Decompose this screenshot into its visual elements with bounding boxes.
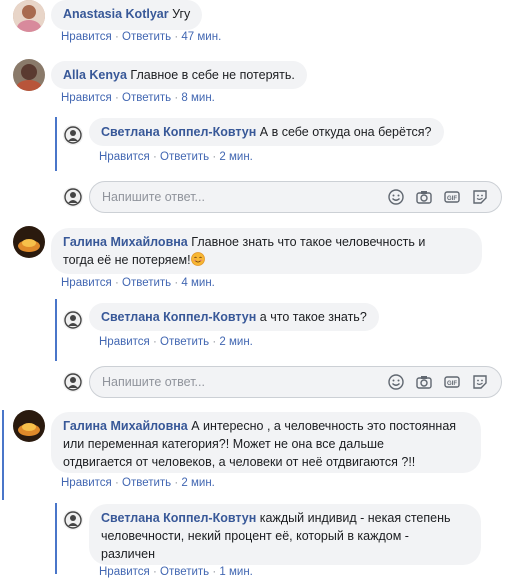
reply-link[interactable]: Ответить [160,151,209,163]
comment-text: каждый индивид - некая степень [259,511,451,525]
reply-actions: Нравится · Ответить · 2 мин. [99,151,253,163]
comment-actions: Нравится · Ответить · 4 мин. [61,277,215,289]
like-link[interactable]: Нравится [99,151,150,163]
comment-bubble: Галина Михайловна Главное знать что тако… [51,228,482,274]
comment-text: А в себе откуда она берётся? [259,125,432,139]
avatar-photo [13,226,45,258]
comment-text: различен [101,547,155,561]
avatar [63,372,83,392]
like-link[interactable]: Нравится [61,31,112,43]
avatar [63,187,83,207]
avatar-photo [63,372,83,392]
comment-text: Главное знать что такое человечность и [191,235,426,249]
comment-bubble: Anastasia Kotlyar Угу [51,0,203,30]
reply-input[interactable]: Напишите ответ... GIF [89,366,502,398]
comment-actions: Нравится · Ответить · 8 мин. [61,92,215,104]
avatar-photo [13,59,45,91]
reply-bubble: Светлана Коппел-Ковтун а что такое знать… [89,303,379,331]
comment-time[interactable]: 2 мин. [181,477,214,489]
camera-icon[interactable] [416,374,432,390]
comment-author[interactable]: Светлана Коппел-Ковтун [101,125,256,139]
comment-text: человечности, некий процент её, который … [101,529,409,543]
avatar-photo [63,510,83,530]
avatar-photo [63,187,83,207]
avatar[interactable] [13,410,45,442]
like-link[interactable]: Нравится [99,336,150,348]
avatar-photo [13,0,45,32]
reply-input[interactable]: Напишите ответ... GIF [89,181,502,213]
comment-time[interactable]: 2 мин. [219,336,252,348]
reply-link[interactable]: Ответить [122,31,171,43]
sticker-icon[interactable] [472,189,488,205]
comment-time[interactable]: 8 мин. [181,92,214,104]
comment-actions: Нравится · Ответить · 2 мин. [61,477,215,489]
comment-text: Главное в себе не потерять. [130,68,295,82]
comment-bubble: Alla Kenya Главное в себе не потерять. [51,61,307,89]
avatar[interactable] [13,226,45,258]
comment-author[interactable]: Галина Михайловна [63,235,188,249]
reply-link[interactable]: Ответить [160,336,209,348]
reply-link[interactable]: Ответить [122,277,171,289]
comment-text: а что такое знать? [259,310,367,324]
sticker-icon[interactable] [472,374,488,390]
avatar-photo [13,410,45,442]
comment-time[interactable]: 47 мин. [181,31,221,43]
avatar[interactable] [63,310,83,330]
reply-placeholder: Напишите ответ... [102,375,205,389]
reply-thread-line [55,503,57,574]
comment-bubble: Галина Михайловна А интересно , а челове… [51,412,481,473]
comment-time[interactable]: 2 мин. [219,151,252,163]
comment-author[interactable]: Anastasia Kotlyar [63,7,169,21]
like-link[interactable]: Нравится [99,566,150,578]
comment-author[interactable]: Галина Михайловна [63,419,188,433]
comment-text: А интересно , а человечность это постоян… [191,419,457,433]
new-comment-indicator [2,410,4,500]
avatar[interactable] [63,125,83,145]
reply-link[interactable]: Ответить [122,477,171,489]
gif-icon[interactable]: GIF [444,374,460,390]
avatar-photo [63,310,83,330]
emoji-icon[interactable] [388,374,404,390]
svg-text:GIF: GIF [447,381,457,387]
reply-actions: Нравится · Ответить · 1 мин. [99,566,253,578]
reply-link[interactable]: Ответить [122,92,171,104]
comment-actions: Нравится · Ответить · 47 мин. [61,31,222,43]
comment-author[interactable]: Светлана Коппел-Ковтун [101,310,256,324]
comment-time[interactable]: 4 мин. [181,277,214,289]
avatar[interactable] [13,59,45,91]
comment-text: Угу [172,7,191,21]
comment-text: или переменная категория?! Может не она … [63,437,384,451]
gif-icon[interactable]: GIF [444,189,460,205]
like-link[interactable]: Нравится [61,277,112,289]
reply-bubble: Светлана Коппел-Ковтун каждый индивид - … [89,504,481,565]
comment-author[interactable]: Светлана Коппел-Ковтун [101,511,256,525]
avatar[interactable] [13,0,45,32]
emoji-icon[interactable] [388,189,404,205]
like-link[interactable]: Нравится [61,92,112,104]
comment-time[interactable]: 1 мин. [219,566,252,578]
avatar[interactable] [63,510,83,530]
avatar-photo [63,125,83,145]
comment-author[interactable]: Alla Kenya [63,68,127,82]
reply-thread-line [55,299,57,361]
comment-text: тогда её не потеряем! [63,253,191,267]
reply-actions: Нравится · Ответить · 2 мин. [99,336,253,348]
reply-placeholder: Напишите ответ... [102,190,205,204]
reply-link[interactable]: Ответить [160,566,209,578]
camera-icon[interactable] [416,189,432,205]
comment-text: отдвигается от человеков, а человеки от … [63,455,416,469]
reply-thread-line [55,117,57,171]
reply-bubble: Светлана Коппел-Ковтун А в себе откуда о… [89,118,444,146]
svg-text:GIF: GIF [447,196,457,202]
like-link[interactable]: Нравится [61,477,112,489]
smiling-emoji-icon [190,252,205,266]
